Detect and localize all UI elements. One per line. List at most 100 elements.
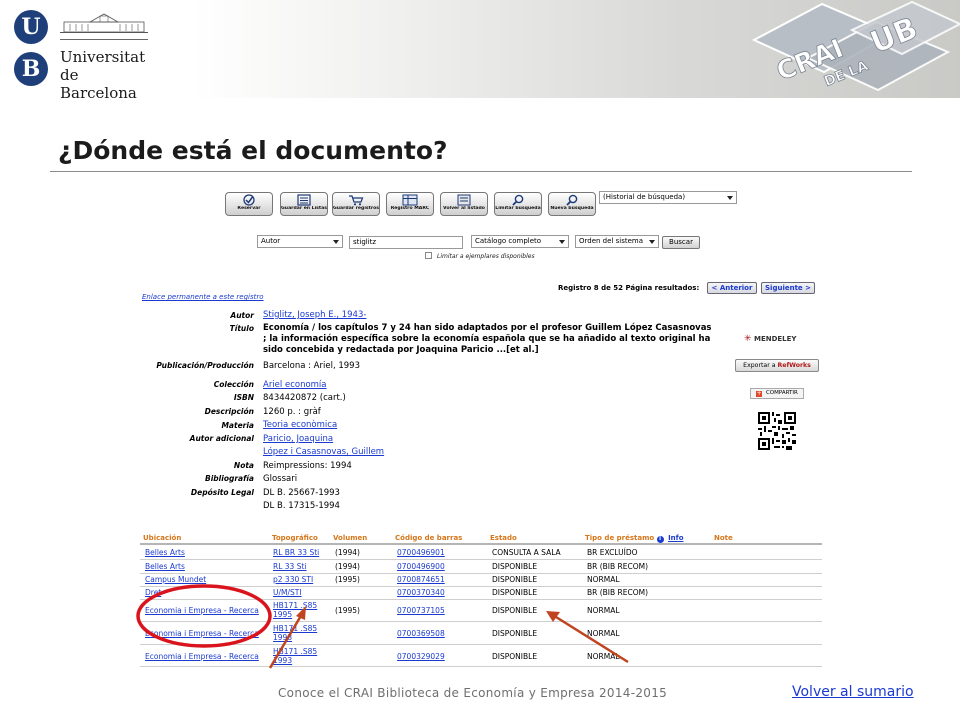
coleccion-link[interactable]: Ariel economía [263,380,327,391]
publicacion-label: Publicación/Producción [156,361,254,370]
deposito-value-1: DL B. 25667-1993 [263,488,340,498]
limitar-busqueda-button[interactable]: Limitar búsqueda [494,192,542,216]
row6-codigo[interactable]: 0700369508 [397,629,445,638]
col-estado: Estado [490,534,517,542]
row7-codigo[interactable]: 0700329029 [397,652,445,661]
row3-estado: DISPONIBLE [492,575,538,584]
row3-ubicacion[interactable]: Campus Mundet [145,575,206,584]
row-divider [140,599,822,600]
cart-icon [349,195,364,206]
row2-codigo[interactable]: 0700496900 [397,562,445,571]
refworks-export-button[interactable]: Exportar a RefWorks [735,359,819,372]
row6-ubicacion[interactable]: Economia i Empresa - Recerca [145,629,259,638]
row5-tipo: NORMAL [587,606,620,615]
col-volumen: Volumen [333,534,368,542]
guardar-listas-button[interactable]: Guardar en Listas [280,192,328,216]
mendeley-button[interactable]: ✳ MENDELEY [744,334,797,344]
catalog-select[interactable]: Catálogo completo [471,235,569,248]
registro-marc-button[interactable]: Registro MARC [386,192,434,216]
row5-ubicacion[interactable]: Economia i Empresa - Recerca [145,606,259,615]
bibliografia-label: Bibliografía [205,474,254,483]
materia-link[interactable]: Teoria econòmica [263,420,337,431]
row7-ubicacion[interactable]: Economia i Empresa - Recerca [145,652,259,661]
catalog-record-screenshot: Reservar Guardar en Listas Guardar regis… [138,184,828,670]
chevron-down-icon [559,240,565,244]
qr-code-icon[interactable] [758,412,796,450]
row7-tipo: NORMAL [587,652,620,661]
row2-ubicacion[interactable]: Belles Arts [145,562,185,571]
university-name: Universitat de Barcelona [60,48,154,98]
buscar-button[interactable]: Buscar [662,236,700,249]
reservar-button[interactable]: Reservar [225,192,273,216]
magnifier-icon [566,194,578,206]
search-history-select[interactable]: (Historial de búsqueda) [599,191,737,204]
list-icon [297,194,311,206]
row3-topografico[interactable]: p2 330 STI [273,575,313,584]
catalog-value: Catálogo completo [475,237,542,245]
guardar-listas-label: Guardar en Listas [281,206,327,211]
limit-available-checkbox[interactable] [425,252,432,259]
share-button[interactable]: + COMPARTIR [750,388,804,399]
row5-volumen: (1995) [335,606,360,615]
next-button[interactable]: Siguiente > [761,282,815,294]
info-icon[interactable]: i [656,536,664,543]
marc-icon [402,194,418,206]
deposito-label: Depósito Legal [190,488,254,497]
autor-label: Autor [230,311,254,320]
row-divider [140,573,822,574]
mendeley-label: MENDELEY [753,335,797,343]
previous-button[interactable]: < Anterior [707,282,757,294]
volver-listado-button[interactable]: Volver al listado [440,192,488,216]
university-name-line2: de Barcelona [60,66,137,98]
row4-topografico[interactable]: U/M/STI [273,588,302,597]
row5-codigo[interactable]: 0700737105 [397,606,445,615]
volver-listado-label: Volver al listado [443,206,485,211]
autor-adicional-link-1[interactable]: Paricio, Joaquina [263,434,333,445]
row4-codigo[interactable]: 0700370340 [397,588,445,597]
row3-codigo[interactable]: 0700874651 [397,575,445,584]
materia-label: Materia [221,421,254,430]
row7-topografico[interactable]: HB171 .S85 1993 [273,647,329,665]
info-link[interactable]: Info [668,534,683,542]
nueva-busqueda-button[interactable]: Nueva búsqueda [548,192,596,216]
university-logo[interactable]: U B Universitat de Barcelona [14,8,154,98]
titulo-label: Título [229,324,254,333]
permalink-link[interactable]: Enlace permanente a este registro [142,293,264,301]
row4-ubicacion[interactable]: Dret [145,588,161,597]
list-back-icon [457,194,471,206]
row2-topografico[interactable]: RL 33 Sti [273,562,307,571]
logo-circle-b: B [14,52,48,86]
search-field-select[interactable]: Autor [257,235,343,248]
search-input[interactable]: stiglitz [349,236,463,249]
col-topografico: Topográfico [272,534,318,542]
page-title: ¿Dónde está el documento? [58,136,448,165]
mendeley-icon: ✳ [744,334,752,344]
volver-sumario-link[interactable]: Volver al sumario [792,684,914,700]
row1-topografico[interactable]: RL BR 33 Sti [273,548,319,557]
deposito-value-2: DL B. 17315-1994 [263,501,340,511]
crai-logo[interactable]: CRAI DE LA UB [752,0,960,98]
row6-estado: DISPONIBLE [492,629,538,638]
row1-estado: CONSULTA A SALA [492,548,561,557]
col-ubicacion: Ubicación [143,534,182,542]
coleccion-label: Colección [213,380,254,389]
row7-estado: DISPONIBLE [492,652,538,661]
sort-select[interactable]: Orden del sistema [575,235,659,248]
autor-adicional-link-2[interactable]: López i Casasnovas, Guillem [263,447,384,458]
guardar-registros-button[interactable]: Guardar registros [332,192,380,216]
row-divider [140,559,822,560]
row6-tipo: NORMAL [587,629,620,638]
row1-codigo[interactable]: 0700496901 [397,548,445,557]
row6-topografico[interactable]: HB171 .S85 1993 [273,624,329,642]
col-note: Note [714,534,733,542]
row1-volumen: (1994) [335,548,360,557]
search-history-value: (Historial de búsqueda) [603,193,686,201]
title-divider [50,171,912,172]
row5-topografico[interactable]: HB171 .S85 1995 [273,601,329,619]
logo-circle-u: U [14,10,48,44]
refworks-brand: RefWorks [777,362,811,369]
chevron-down-icon [649,240,655,244]
autor-link[interactable]: Stiglitz, Joseph E., 1943- [263,310,366,321]
descripcion-value: 1260 p. : gràf [263,407,321,417]
row1-ubicacion[interactable]: Belles Arts [145,548,185,557]
